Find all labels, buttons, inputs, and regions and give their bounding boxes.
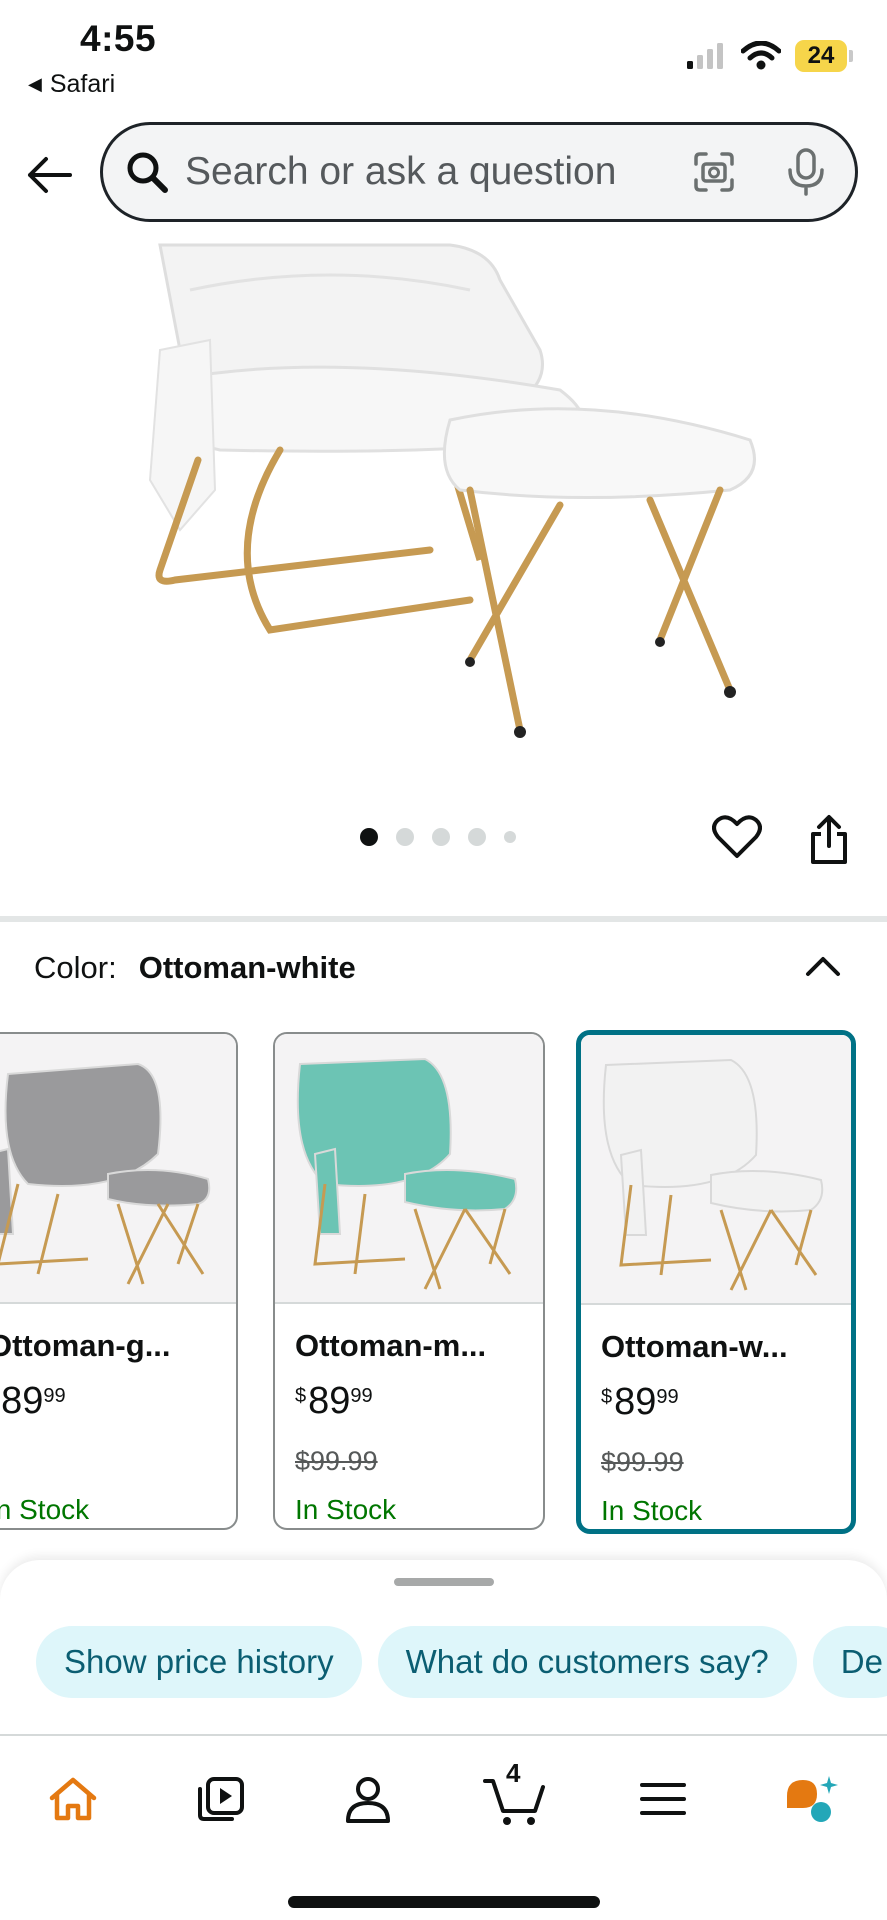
search-icon (123, 148, 171, 196)
tab-video[interactable] (186, 1764, 256, 1834)
suggestion-chips: Show price history What do customers say… (36, 1626, 887, 1698)
image-carousel-indicator (360, 828, 516, 846)
swatch-thumbnail (0, 1034, 236, 1304)
swatch-old-price: $99.99 (601, 1447, 684, 1477)
cart-count-badge: 4 (506, 1758, 521, 1788)
price-currency: $ (601, 1386, 613, 1408)
search-bar[interactable] (100, 122, 858, 222)
carousel-dot[interactable] (360, 828, 378, 846)
cellular-signal-icon (687, 43, 723, 69)
microphone-icon[interactable] (781, 147, 831, 197)
search-input[interactable] (185, 150, 665, 194)
color-value: Ottoman-white (138, 950, 356, 985)
back-to-app-link[interactable]: ◀ Safari (28, 70, 115, 99)
product-image[interactable] (130, 240, 770, 740)
price-cents: 99 (43, 1385, 66, 1407)
price-cents: 99 (350, 1385, 373, 1407)
wifi-icon (741, 41, 781, 70)
price-whole: 89 (614, 1381, 657, 1423)
bottom-tab-bar: 4 (0, 1734, 887, 1920)
tab-home[interactable] (38, 1764, 108, 1834)
price-whole: 89 (1, 1380, 44, 1422)
camera-search-icon[interactable] (689, 147, 739, 197)
share-icon (811, 815, 847, 864)
tab-rufus-assistant[interactable] (776, 1764, 846, 1834)
suggestion-chip-price-history[interactable]: Show price history (36, 1626, 362, 1698)
price-currency: $ (295, 1385, 307, 1407)
swatch-stock-status: In Stock (0, 1494, 90, 1525)
status-indicators: 24 (687, 40, 853, 72)
color-swatch-gray[interactable]: Ottoman-g... $ 89 99 In Stock (0, 1032, 238, 1530)
price-cents: 99 (656, 1386, 679, 1408)
sheet-grabber[interactable] (394, 1578, 494, 1586)
hamburger-menu-icon (640, 1783, 686, 1815)
swatch-thumbnail (581, 1035, 851, 1305)
swatch-thumbnail (275, 1034, 543, 1304)
home-indicator (288, 1896, 600, 1908)
carousel-dot[interactable] (504, 831, 516, 843)
back-app-label: Safari (49, 70, 116, 98)
status-bar: 4:55 ◀ Safari 24 (0, 0, 887, 112)
section-divider (0, 916, 887, 922)
carousel-dot[interactable] (396, 828, 414, 846)
swatch-name: Ottoman-m... (295, 1328, 487, 1363)
share-button[interactable] (804, 812, 854, 868)
back-triangle-icon: ◀ (28, 74, 42, 94)
assistant-suggestion-sheet: Show price history What do customers say… (0, 1560, 887, 1735)
chevron-up-icon (806, 957, 840, 976)
swatch-stock-status: In Stock (601, 1495, 703, 1526)
home-icon (49, 1777, 97, 1821)
suggestion-chip-more[interactable]: De (812, 1626, 887, 1698)
swatch-name: Ottoman-w... (601, 1329, 788, 1364)
swatch-stock-status: In Stock (295, 1494, 397, 1525)
carousel-dot[interactable] (432, 828, 450, 846)
swatch-name: Ottoman-g... (0, 1328, 171, 1363)
suggestion-chip-customers-say[interactable]: What do customers say? (377, 1626, 797, 1698)
color-swatch-white-selected[interactable]: Ottoman-w... $ 89 99 $99.99 In Stock (576, 1030, 856, 1534)
color-swatch-list[interactable]: Ottoman-g... $ 89 99 In Stock Ottoman-m.… (0, 1030, 887, 1535)
search-header (0, 120, 887, 228)
swatch-price: $ 89 99 (295, 1380, 373, 1423)
price-whole: 89 (308, 1380, 351, 1422)
back-arrow-icon (28, 157, 72, 193)
tab-cart[interactable]: 4 (480, 1758, 550, 1834)
tab-menu[interactable] (628, 1764, 698, 1834)
color-swatch-mint[interactable]: Ottoman-m... $ 89 99 $99.99 In Stock (273, 1032, 545, 1530)
heart-icon (712, 815, 762, 858)
person-icon (346, 1777, 390, 1823)
add-to-list-button[interactable] (710, 810, 764, 864)
tab-account[interactable] (333, 1764, 403, 1834)
swatch-old-price: $99.99 (295, 1446, 378, 1476)
carousel-dot[interactable] (468, 828, 486, 846)
color-label: Color: (34, 950, 117, 985)
status-time: 4:55 (80, 18, 157, 59)
rufus-assistant-icon (787, 1776, 838, 1822)
collapse-color-button[interactable] (798, 946, 848, 986)
video-icon (198, 1777, 244, 1821)
color-selector-header: Color: Ottoman-white (34, 950, 356, 986)
swatch-price: $ 89 99 (0, 1380, 66, 1423)
swatch-price: $ 89 99 (601, 1381, 679, 1424)
back-button[interactable] (22, 148, 76, 202)
battery-indicator: 24 (795, 40, 853, 72)
